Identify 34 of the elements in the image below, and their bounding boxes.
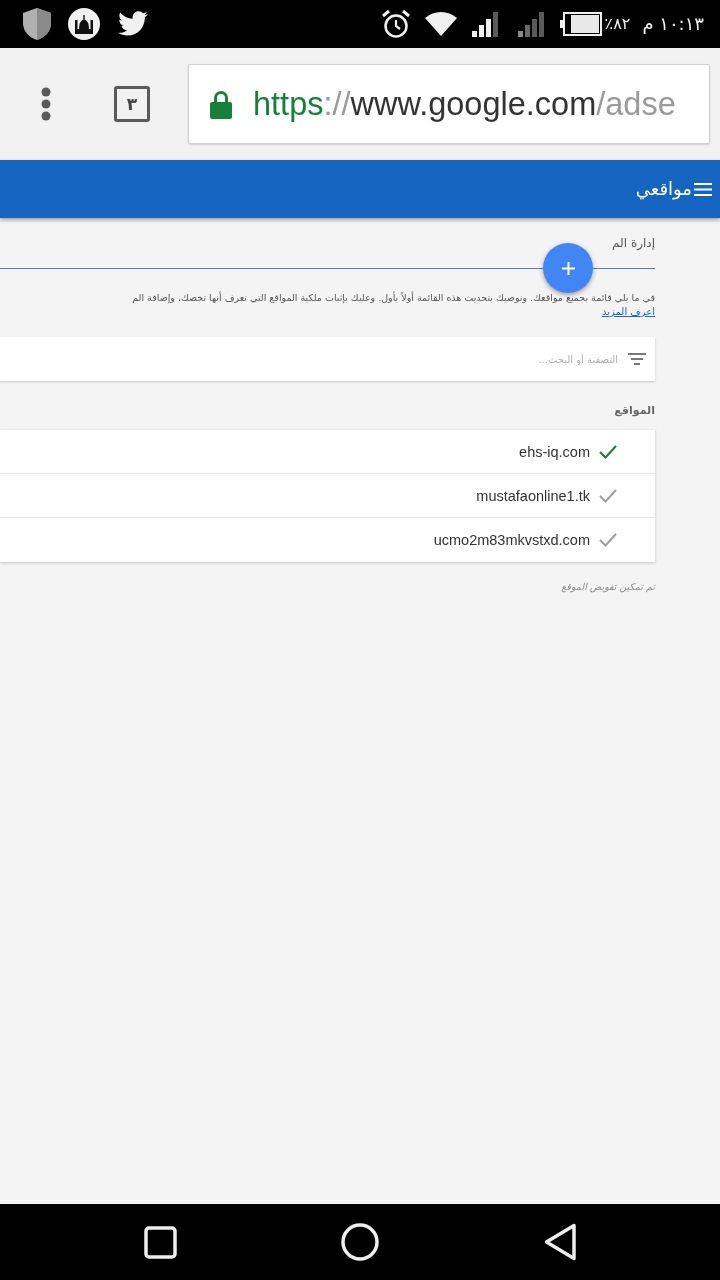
battery-percent: ٨٢٪ [604, 14, 631, 34]
signal-icon [471, 11, 498, 37]
app-bar-title: مواقعي [635, 177, 692, 201]
tab-switcher-button[interactable]: ٣ [114, 86, 150, 122]
site-domain: mustafaonline1.tk [476, 486, 590, 506]
recent-apps-icon[interactable] [143, 1225, 177, 1259]
add-button[interactable] [543, 243, 593, 293]
description-text: في ما يلي قائمة بجميع مواقعك. ونوصيك بتحديث هذه القائمة أولاً بأول. وعليك بإثبات ملكية المواقع التي تعرف أنها تخصك، وإضافة الم [131, 291, 655, 305]
alarm-clock-icon [380, 9, 411, 39]
home-icon[interactable] [341, 1223, 379, 1261]
site-row[interactable]: ucmo2m83mkvstxd.com [0, 518, 655, 562]
menu-icon[interactable] [694, 182, 712, 196]
back-icon[interactable] [543, 1223, 577, 1261]
signal-icon [517, 11, 544, 37]
clock-time: ١٠:١٣ م [642, 13, 704, 35]
site-row[interactable]: mustafaonline1.tk [0, 474, 655, 518]
menu-icon[interactable] [40, 87, 52, 121]
sites-label: المواقع [614, 403, 655, 419]
site-domain: ehs-iq.com [519, 442, 590, 462]
battery-icon [559, 12, 602, 36]
shield-icon [22, 7, 52, 41]
address-bar[interactable]: https://www.google.com/adse [188, 64, 710, 144]
site-row[interactable]: ehs-iq.com [0, 430, 655, 474]
filter-icon[interactable] [628, 353, 646, 365]
lock-icon [209, 89, 233, 119]
mosque-icon [68, 8, 100, 40]
plus-icon [561, 261, 575, 275]
section-heading: إدارة الم [612, 235, 655, 252]
learn-more-link[interactable]: اعرف المزيد [602, 305, 655, 319]
wifi-icon [423, 11, 458, 37]
site-domain: ucmo2m83mkvstxd.com [433, 531, 590, 550]
footnote-text: تم تمكين تفويض الموقع [561, 580, 655, 594]
bird-icon [118, 11, 148, 37]
url-text: https://www.google.com/adse [253, 85, 676, 123]
